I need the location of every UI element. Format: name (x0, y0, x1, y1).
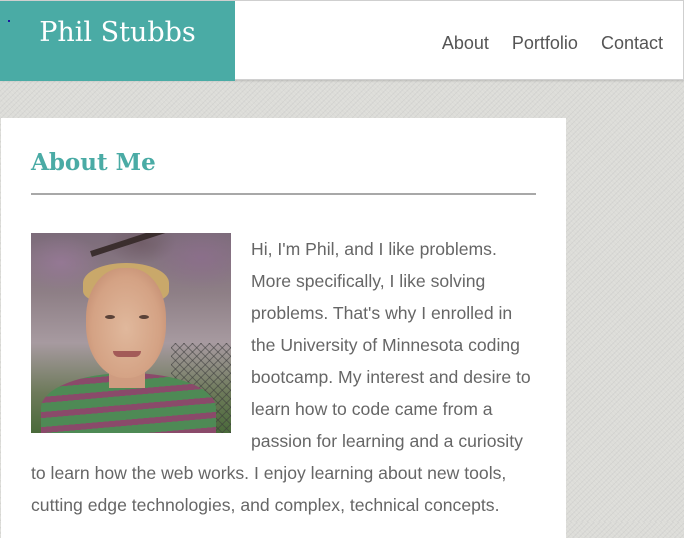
focus-dot (8, 20, 10, 22)
smile (113, 351, 141, 357)
right-eye (139, 315, 149, 319)
nav-about-link[interactable]: About (442, 31, 489, 55)
section-title: About Me (31, 149, 156, 176)
main-nav: About Portfolio Contact (442, 31, 663, 55)
site-header: Phil Stubbs About Portfolio Contact (0, 0, 684, 81)
bio-block: Hi, I'm Phil, and I like problems. More … (31, 233, 536, 521)
left-eye (105, 315, 115, 319)
section-divider (31, 193, 536, 195)
about-card: About Me Hi, I'm Phil, and I like proble… (1, 118, 566, 538)
nav-contact-link[interactable]: Contact (601, 31, 663, 55)
profile-photo (31, 233, 231, 433)
nav-portfolio-link[interactable]: Portfolio (512, 31, 578, 55)
face (86, 268, 166, 378)
brand-link[interactable]: Phil Stubbs (0, 1, 235, 81)
